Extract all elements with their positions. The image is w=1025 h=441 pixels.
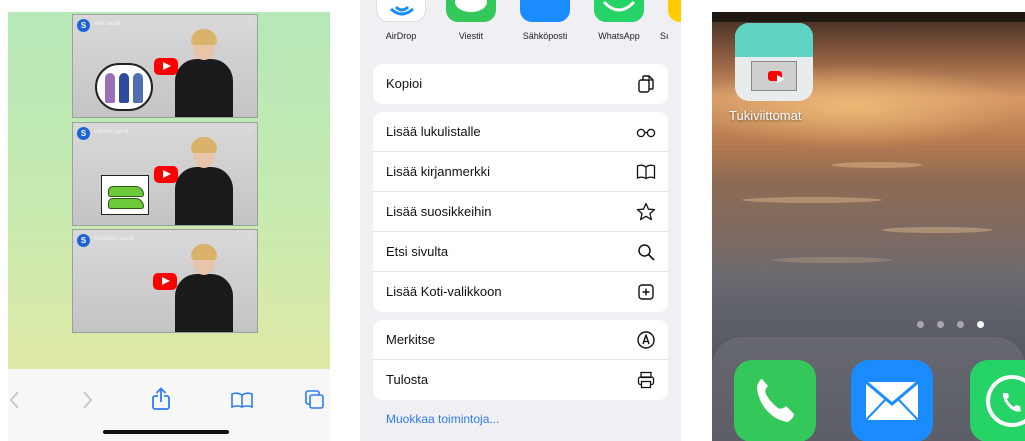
youtube-play-icon[interactable]: [153, 273, 177, 290]
video-thumbnail-arki[interactable]: S Arki sanat ⋮: [72, 14, 258, 118]
safari-page: S Arki sanat ⋮ S Ulkoilu sanat ⋮ S Ruoka…: [8, 12, 330, 441]
channel-avatar: S: [77, 234, 90, 247]
pictogram-shoes: [101, 175, 149, 215]
bookmarks-book-icon[interactable]: [230, 391, 254, 409]
action-label: Kopioi: [386, 76, 423, 91]
airdrop-app-icon[interactable]: [376, 0, 426, 22]
safari-toolbar: [8, 369, 330, 441]
more-icon[interactable]: ⋮: [245, 233, 253, 242]
page-dot[interactable]: [957, 321, 964, 328]
app-label-mail: Sähköposti: [522, 31, 568, 41]
wallpaper-ripple: [772, 257, 892, 263]
action-label: Lisää kirjanmerkki: [386, 164, 491, 179]
messages-app-icon[interactable]: [446, 0, 496, 22]
action-label: Tulosta: [386, 372, 429, 387]
copy-icon: [638, 75, 654, 93]
wallpaper-ripple: [742, 197, 882, 203]
figure: [119, 73, 129, 103]
search-icon: [638, 244, 655, 261]
app-name-label: Tukiviittomat: [729, 108, 802, 123]
more-icon[interactable]: ⋮: [245, 18, 253, 27]
signer-person: [169, 137, 239, 225]
signer-person: [169, 29, 239, 117]
back-chevron-icon[interactable]: [8, 389, 22, 411]
home-screen: Tukiviittomat: [712, 12, 1025, 441]
tabs-icon[interactable]: [304, 389, 326, 411]
action-group-browser: Lisää lukulistalle Lisää kirjanmerkki Li…: [373, 112, 668, 312]
whatsapp-app-icon[interactable]: [594, 0, 644, 22]
action-label: Lisää suosikkeihin: [386, 204, 492, 219]
forward-chevron-icon[interactable]: [80, 389, 94, 411]
pictogram-family: [95, 63, 153, 111]
page-dot-active[interactable]: [977, 321, 984, 328]
youtube-play-icon[interactable]: [154, 58, 178, 75]
glasses-icon: [636, 128, 656, 138]
video-thumbnail-ulkoilu[interactable]: S Ulkoilu sanat ⋮: [72, 122, 258, 226]
action-label: Lisää lukulistalle: [386, 124, 481, 139]
figure: [105, 73, 115, 103]
action-add-reading-list[interactable]: Lisää lukulistalle: [373, 112, 668, 152]
mail-app-icon[interactable]: [851, 360, 933, 441]
app-icon-thumbnail: [751, 61, 797, 91]
app-label-messages: Viestit: [458, 31, 484, 41]
book-icon: [636, 164, 656, 180]
phone-app-icon[interactable]: [734, 360, 816, 441]
app-label-partial: Sı: [660, 31, 669, 41]
edit-actions-link[interactable]: Muokkaa toimintoja...: [386, 412, 499, 426]
whatsapp-app-icon[interactable]: [970, 360, 1025, 441]
video-title: Ruokailu sanat: [94, 236, 134, 242]
action-find-on-page[interactable]: Etsi sivulta: [373, 232, 668, 272]
tukiviittomat-app-icon[interactable]: [735, 23, 813, 101]
action-markup[interactable]: Merkitse: [373, 320, 668, 360]
app-label-airdrop: AirDrop: [385, 31, 417, 41]
share-sheet: AirDrop Viestit Sähköposti WhatsApp Sı K…: [360, 0, 681, 441]
action-add-bookmark[interactable]: Lisää kirjanmerkki: [373, 152, 668, 192]
action-group-document: Merkitse Tulosta: [373, 320, 668, 400]
app-label-whatsapp: WhatsApp: [598, 31, 640, 41]
mail-app-icon[interactable]: [520, 0, 570, 22]
action-label: Merkitse: [386, 332, 436, 347]
action-add-to-home-screen[interactable]: Lisää Koti-valikkoon: [373, 272, 668, 312]
home-indicator: [103, 430, 229, 434]
app-icon-partial[interactable]: [668, 0, 681, 22]
action-label: Lisää Koti-valikkoon: [386, 284, 502, 299]
signer-person: [169, 244, 239, 332]
action-add-favorites[interactable]: Lisää suosikkeihin: [373, 192, 668, 232]
action-copy[interactable]: Kopioi: [373, 64, 668, 104]
printer-icon: [637, 371, 655, 389]
share-icon[interactable]: [150, 387, 172, 411]
wallpaper-ripple: [882, 227, 992, 233]
video-title: Arki sanat: [94, 21, 121, 27]
action-label: Etsi sivulta: [386, 244, 449, 259]
figure: [133, 73, 143, 103]
more-icon[interactable]: ⋮: [245, 126, 253, 135]
video-title: Ulkoilu sanat: [94, 129, 129, 135]
star-icon: [636, 202, 656, 221]
add-square-icon: [638, 284, 654, 300]
action-group-copy: Kopioi: [373, 64, 668, 104]
channel-avatar: S: [77, 19, 90, 32]
youtube-play-icon[interactable]: [154, 166, 178, 183]
markup-pen-icon: [637, 331, 655, 349]
youtube-play-icon: [768, 71, 785, 83]
action-print[interactable]: Tulosta: [373, 360, 668, 400]
page-dot[interactable]: [917, 321, 924, 328]
page-dot[interactable]: [937, 321, 944, 328]
video-thumbnail-ruokailu[interactable]: S Ruokailu sanat ⋮: [72, 229, 258, 333]
wallpaper-ripple: [832, 162, 922, 168]
wallpaper-treeline: [712, 12, 1025, 22]
channel-avatar: S: [77, 127, 90, 140]
